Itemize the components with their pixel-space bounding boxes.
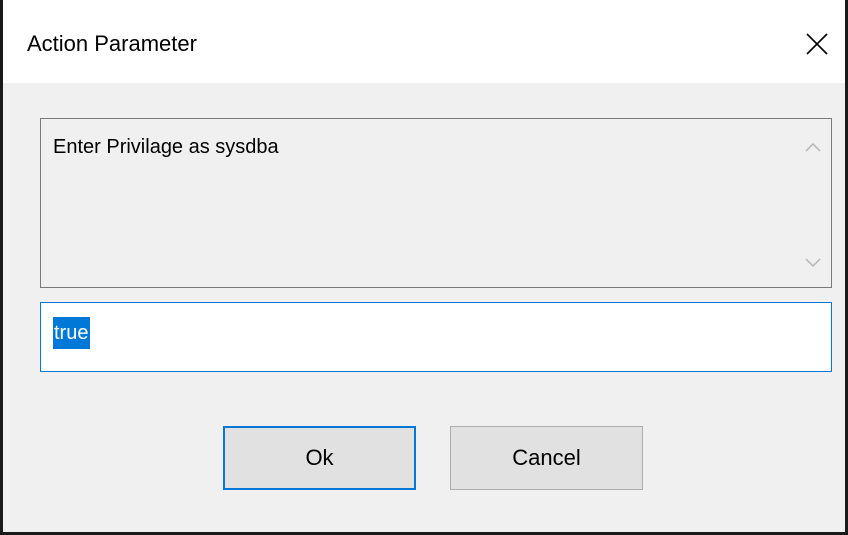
parameter-input[interactable]: true [40, 302, 832, 372]
window-title: Action Parameter [27, 31, 197, 56]
close-button[interactable] [789, 14, 845, 74]
input-value-selected: true [53, 317, 91, 349]
scroll-down-button[interactable] [795, 243, 831, 283]
close-icon [806, 33, 828, 55]
vertical-scrollbar[interactable] [795, 119, 831, 287]
prompt-text: Enter Privilage as sysdba [53, 136, 279, 158]
chevron-down-icon [805, 258, 821, 268]
ok-button[interactable]: Ok [223, 426, 416, 490]
scroll-up-button[interactable] [795, 127, 831, 167]
prompt-textarea[interactable]: Enter Privilage as sysdba [40, 118, 832, 288]
chevron-up-icon [805, 142, 821, 152]
action-parameter-dialog: Action Parameter Enter Privilage as sysd… [0, 0, 848, 535]
cancel-button[interactable]: Cancel [450, 426, 643, 490]
title-bar: Action Parameter [3, 0, 845, 83]
